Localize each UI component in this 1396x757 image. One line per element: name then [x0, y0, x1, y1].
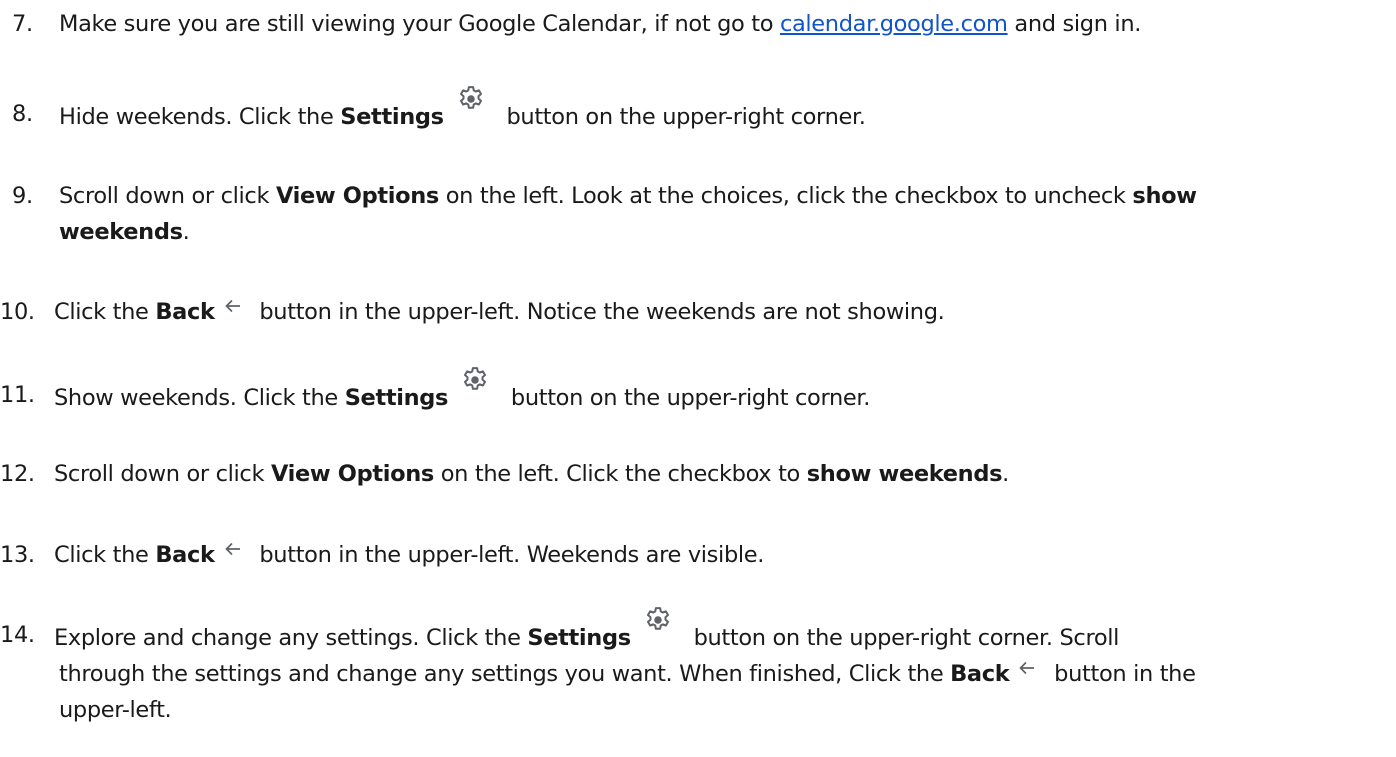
step-12: 12. Scroll down or click View Options on… — [0, 456, 1390, 492]
step-number: 11. — [0, 382, 35, 408]
gear-icon — [643, 605, 673, 635]
step-14: 14. Explore and change any settings. Cli… — [0, 607, 1390, 728]
step-number: 9. — [12, 183, 33, 209]
gear-icon — [456, 84, 486, 114]
step-text: Make sure you are still viewing your Goo… — [59, 11, 1142, 37]
step-8: 8. Hide weekends. Click the Settings but… — [0, 86, 1390, 135]
step-9: 9. Scroll down or click View Options on … — [0, 178, 1390, 250]
step-text: Hide weekends. Click the Settings button… — [59, 86, 1390, 135]
step-13: 13. Click the Back button in the upper-l… — [0, 537, 1390, 573]
step-number: 13. — [0, 542, 35, 568]
step-number: 10. — [0, 299, 35, 325]
step-7: 7. Make sure you are still viewing your … — [0, 6, 1390, 42]
step-text: Show weekends. Click the Settings button… — [54, 367, 1390, 416]
back-arrow-icon — [224, 540, 242, 558]
step-10: 10. Click the Back button in the upper-l… — [0, 294, 1390, 330]
step-text: Click the Back button in the upper-left.… — [54, 297, 945, 325]
calendar-link[interactable]: calendar.google.com — [780, 11, 1008, 37]
step-text: Explore and change any settings. Click t… — [54, 607, 1390, 656]
step-text: Scroll down or click View Options on the… — [59, 183, 1197, 209]
step-text-continued: weekends. — [59, 219, 190, 245]
step-text: Click the Back button in the upper-left.… — [54, 540, 765, 568]
step-text: Scroll down or click View Options on the… — [54, 461, 1009, 487]
step-text-continued: upper-left. — [59, 697, 172, 723]
back-arrow-icon — [224, 297, 242, 315]
step-text-continued: through the settings and change any sett… — [59, 659, 1196, 687]
step-number: 8. — [12, 101, 33, 127]
step-number: 7. — [12, 11, 33, 37]
step-number: 14. — [0, 622, 35, 648]
back-arrow-icon — [1018, 659, 1036, 677]
instruction-document: 7. Make sure you are still viewing your … — [0, 0, 1396, 757]
step-number: 12. — [0, 461, 35, 487]
step-11: 11. Show weekends. Click the Settings bu… — [0, 367, 1390, 416]
gear-icon — [460, 365, 490, 395]
